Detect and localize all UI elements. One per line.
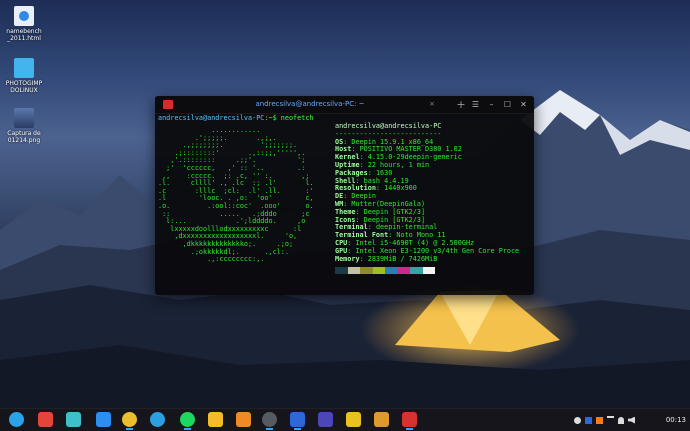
info-value: 4.15.0-29deepin-generic [367, 153, 462, 162]
info-key: Shell [335, 176, 356, 185]
info-key: GPU [335, 246, 348, 255]
info-key: Terminal Font [335, 231, 389, 240]
color-swatch [360, 267, 373, 275]
close-icon[interactable]: ✕ [517, 96, 530, 113]
info-value: Deepin 15.9.1 x86_64 [351, 137, 434, 146]
info-key: Theme [335, 207, 356, 216]
info-value: 2839MiB / 7426MiB [367, 254, 438, 263]
info-key: DE [335, 192, 344, 201]
info-key: Icons [335, 215, 356, 224]
terminal-icon[interactable] [402, 412, 417, 430]
info-key: Uptime [335, 160, 360, 169]
terminal-content[interactable]: andrecsilva@andrecsilva-PC:~$ neofetch .… [158, 114, 531, 293]
multitask-view-icon[interactable] [38, 412, 53, 427]
steam-tray-icon[interactable] [574, 416, 581, 424]
info-value: 22 hours, 1 min [367, 160, 430, 169]
bitwarden-icon[interactable] [290, 412, 305, 430]
file-manager-icon[interactable] [66, 412, 81, 427]
music-player-icon[interactable] [208, 412, 223, 427]
tab-title: andrecsilva@andrecsilva-PC: ~ [255, 100, 365, 108]
info-key: CPU [335, 238, 348, 247]
launcher-icon[interactable] [9, 412, 24, 427]
info-key: Terminal [335, 223, 368, 232]
color-swatch [372, 267, 385, 275]
audio-mixer-icon[interactable] [318, 412, 333, 427]
system-info: andrecsilva@andrecsilva-PC -------------… [335, 122, 520, 275]
info-value: 1440x900 [384, 184, 417, 193]
desktop-icon-photogimp[interactable]: PHOTOGIMP DOLINUX [4, 58, 44, 94]
terminal-tab[interactable]: andrecsilva@andrecsilva-PC: ~ × [179, 96, 441, 113]
spotify-icon[interactable] [180, 412, 195, 430]
image-icon [14, 108, 34, 128]
prompt-command: :~$ neofetch [264, 114, 314, 122]
info-value: Intel Xeon E3-1200 v3/4th Gen Core Proce [355, 246, 520, 255]
clock[interactable]: 00:13 [666, 409, 686, 431]
app-store-icon[interactable] [96, 412, 111, 427]
info-key: Kernel [335, 153, 360, 162]
terminal-window[interactable]: andrecsilva@andrecsilva-PC: ~ × + ☰ – ☐ … [155, 96, 534, 295]
desktop-icon-label: namebench _2011.html [6, 28, 42, 42]
tab-close-icon[interactable]: × [429, 96, 435, 113]
info-key: WM [335, 199, 344, 208]
new-tab-button[interactable]: + [455, 97, 467, 112]
system-monitor-icon[interactable] [236, 412, 251, 427]
info-value: Deepin [GTK2/3] [363, 215, 426, 224]
volume-icon[interactable] [628, 416, 635, 424]
info-value: bash 4.4.19 [363, 176, 409, 185]
color-palette [335, 267, 519, 275]
info-value: Deepin [GTK2/3] [363, 207, 426, 216]
color-swatch [335, 267, 348, 275]
desktop-icon-label: Captura de 01214.png [7, 130, 41, 144]
prompt-user: andrecsilva@andrecsilva-PC [158, 114, 265, 122]
terminal-titlebar[interactable]: andrecsilva@andrecsilva-PC: ~ × + ☰ – ☐ … [155, 96, 534, 114]
color-swatch [347, 267, 360, 275]
taskbar: 00:13 [0, 408, 690, 431]
info-value: Noto Mono 11 [396, 231, 446, 240]
info-value: POSITIVO MASTER D380 1.02 [359, 145, 462, 154]
folder-icon [14, 58, 34, 78]
html-file-icon [14, 6, 34, 26]
maximize-icon[interactable]: ☐ [501, 96, 514, 113]
menu-icon[interactable]: ☰ [469, 96, 482, 113]
color-swatch [410, 267, 423, 275]
info-key: OS [335, 137, 344, 146]
color-swatch [385, 267, 398, 275]
update-tray-icon[interactable] [596, 416, 603, 424]
info-row: Memory: 2839MiB / 7426MiB [335, 254, 438, 263]
info-value: Deepin [351, 192, 376, 201]
bitwarden-tray-icon[interactable] [585, 416, 592, 424]
info-value: 1630 [375, 168, 393, 177]
desktop-icon-label: PHOTOGIMP DOLINUX [5, 80, 43, 94]
terminal-app-icon [163, 100, 173, 109]
trash-icon[interactable] [374, 412, 389, 427]
chrome-icon[interactable] [122, 412, 137, 430]
info-key: Packages [335, 168, 368, 177]
notification-icon[interactable] [618, 416, 624, 424]
minimize-icon[interactable]: – [485, 96, 498, 113]
steam-icon[interactable] [262, 412, 277, 430]
color-swatch [422, 267, 435, 275]
editor-icon[interactable] [346, 412, 361, 427]
network-icon[interactable] [607, 416, 614, 424]
info-key: Memory [335, 254, 360, 263]
desktop-icon-captura[interactable]: Captura de 01214.png [4, 108, 44, 144]
desktop-icon-namebench[interactable]: namebench _2011.html [4, 6, 44, 42]
info-value: deepin-terminal [375, 223, 438, 232]
telegram-icon[interactable] [150, 412, 165, 427]
info-key: Host [335, 145, 352, 154]
color-swatch [397, 267, 410, 275]
info-key: Resolution [335, 184, 376, 193]
info-value: Mutter(DeepinGala) [351, 199, 426, 208]
deepin-ascii-logo: ............ .';;;;;. .,;,. .,;;;;;;;. '… [158, 126, 314, 264]
info-value: Intel i5-4690T (4) @ 2.500GHz [355, 238, 475, 247]
